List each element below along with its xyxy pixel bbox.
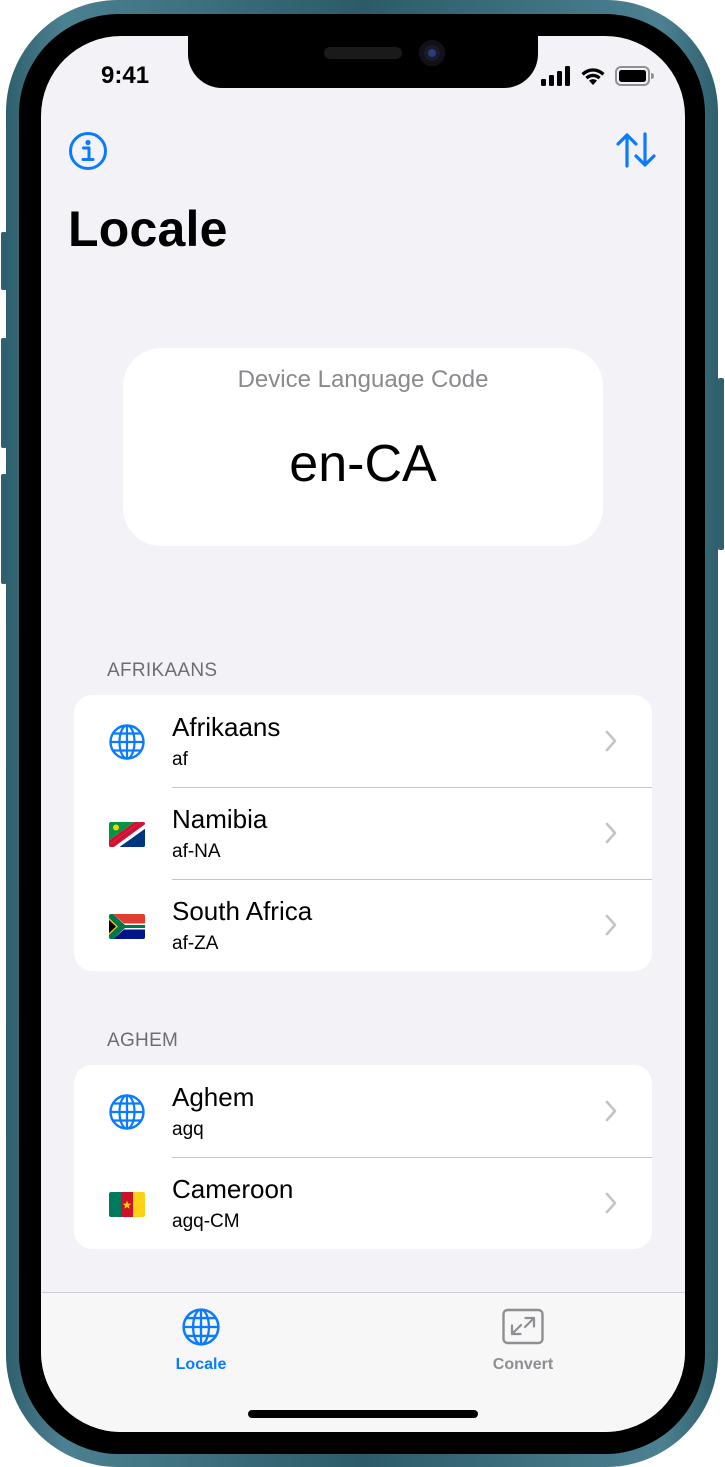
section-afrikaans: Afrikaans af Namibia af-NA South Africa … bbox=[74, 695, 652, 971]
list-item[interactable]: Aghem agq bbox=[74, 1065, 652, 1157]
flag-namibia-icon bbox=[109, 822, 145, 847]
info-circle-icon[interactable] bbox=[68, 131, 108, 171]
globe-icon bbox=[109, 1094, 145, 1130]
screen: 9:41 Locale Device Language Code en-CA A… bbox=[41, 36, 685, 1432]
globe-icon bbox=[182, 1308, 220, 1346]
locale-name: South Africa bbox=[172, 896, 313, 926]
locale-code: af-NA bbox=[172, 841, 221, 862]
list-item[interactable]: Cameroon agq-CM bbox=[74, 1157, 652, 1249]
front-camera bbox=[419, 40, 445, 66]
volume-up-button bbox=[1, 338, 7, 448]
tab-convert[interactable]: Convert bbox=[463, 1307, 583, 1374]
flag-south-africa-icon bbox=[109, 914, 145, 939]
chevron-right-icon bbox=[605, 822, 617, 844]
status-time: 9:41 bbox=[101, 62, 150, 89]
locale-name: Cameroon bbox=[172, 1174, 294, 1204]
device-language-card: Device Language Code en-CA bbox=[123, 348, 603, 546]
status-icons bbox=[541, 66, 655, 86]
arrow-up-down-icon[interactable] bbox=[615, 131, 657, 169]
home-indicator bbox=[248, 1410, 478, 1418]
locale-code: agq-CM bbox=[172, 1211, 240, 1232]
section-header-afrikaans: AFRIKAANS bbox=[107, 660, 218, 681]
wifi-icon bbox=[581, 68, 605, 85]
locale-code: af bbox=[172, 749, 188, 770]
cellular-signal-icon bbox=[541, 66, 570, 86]
section-header-aghem: AGHEM bbox=[107, 1030, 179, 1051]
list-item[interactable]: Afrikaans af bbox=[74, 695, 652, 787]
chevron-right-icon bbox=[605, 1192, 617, 1214]
list-item[interactable]: Namibia af-NA bbox=[74, 787, 652, 879]
mute-switch bbox=[1, 232, 7, 290]
flag-cameroon-icon bbox=[109, 1192, 145, 1217]
locale-name: Aghem bbox=[172, 1082, 255, 1112]
list-item[interactable]: South Africa af-ZA bbox=[74, 879, 652, 971]
device-language-code: en-CA bbox=[289, 435, 437, 493]
tab-locale-label: Locale bbox=[175, 1356, 227, 1373]
locale-name: Afrikaans bbox=[172, 712, 281, 742]
chevron-right-icon bbox=[605, 1100, 617, 1122]
page-title: Locale bbox=[68, 201, 228, 257]
locale-code: af-ZA bbox=[172, 933, 219, 954]
notch bbox=[188, 36, 538, 88]
battery-icon bbox=[615, 66, 654, 86]
chevron-right-icon bbox=[605, 914, 617, 936]
locale-name: Namibia bbox=[172, 804, 268, 834]
tab-convert-label: Convert bbox=[492, 1356, 554, 1373]
speaker bbox=[324, 47, 402, 59]
volume-down-button bbox=[1, 474, 7, 584]
section-aghem: Aghem agq Cameroon agq-CM bbox=[74, 1065, 652, 1249]
convert-icon bbox=[502, 1308, 544, 1345]
tab-locale[interactable]: Locale bbox=[141, 1307, 261, 1374]
locale-code: agq bbox=[172, 1119, 204, 1140]
power-button bbox=[718, 378, 724, 550]
chevron-right-icon bbox=[605, 730, 617, 752]
globe-icon bbox=[109, 724, 145, 760]
device-language-label: Device Language Code bbox=[237, 366, 489, 393]
